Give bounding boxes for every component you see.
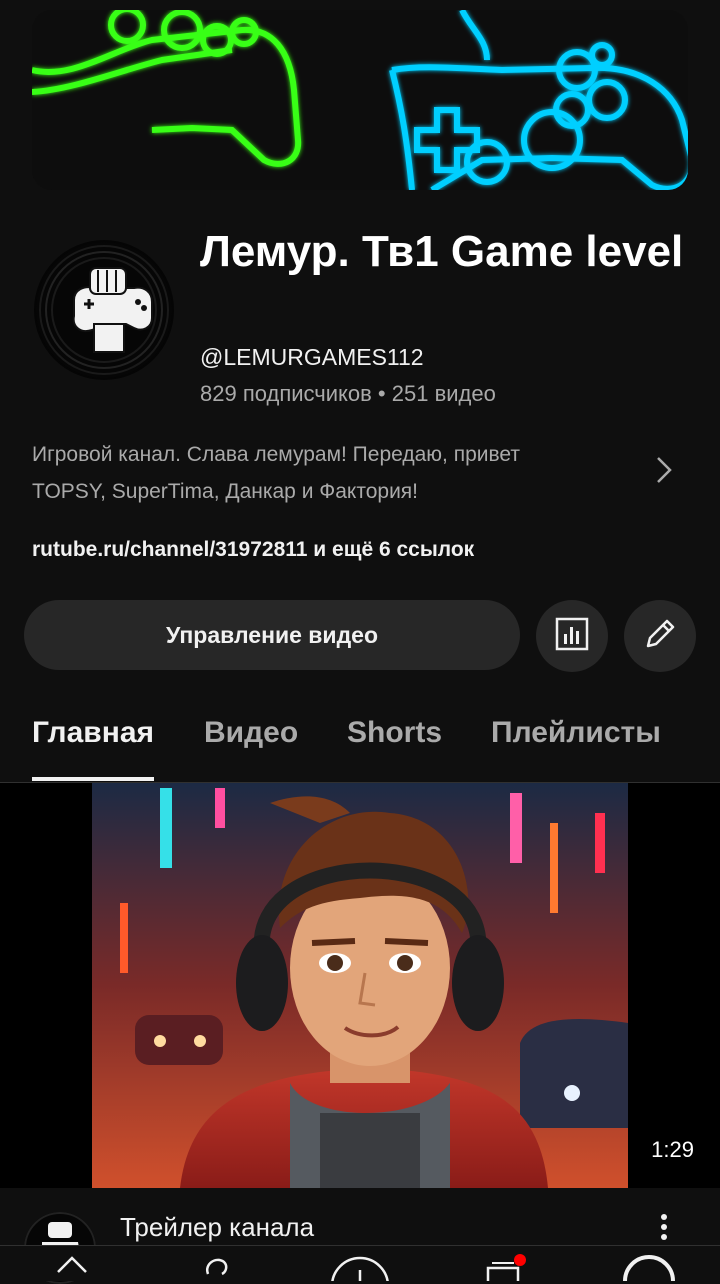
tab-home[interactable]: Главная [32,716,154,750]
channel-handle: @LEMURGAMES112 [200,344,424,370]
subscriptions-icon[interactable] [482,1254,530,1281]
home-icon[interactable] [54,1254,90,1281]
video-duration-badge: 1:29 [647,1134,698,1166]
bottom-navigation [0,1245,720,1281]
active-tab-indicator [32,777,154,781]
you-avatar-icon[interactable] [622,1254,676,1281]
manage-videos-button[interactable]: Управление видео [24,600,520,670]
edit-channel-button[interactable] [624,600,696,672]
more-options-icon[interactable] [652,1212,676,1247]
analytics-button[interactable] [536,600,608,672]
tab-shorts[interactable]: Shorts [347,716,442,750]
channel-links[interactable]: rutube.ru/channel/31972811 и ещё 6 ссыло… [32,538,474,562]
tab-videos[interactable]: Видео [204,716,298,750]
description-line: TOPSY, SuperTima, Данкар и Фактория! [32,480,419,503]
create-icon[interactable] [328,1254,392,1281]
shorts-icon[interactable] [198,1254,234,1281]
bar-chart-icon [554,616,590,657]
channel-tabs: Главная Видео Shorts Плейлисты [0,700,720,783]
channel-stats: 829 подписчиков • 251 видео [200,381,496,406]
featured-video-player[interactable] [0,783,720,1188]
channel-banner [32,10,688,190]
channel-description[interactable]: Игровой канал. Слава лемурам! Передаю, п… [32,436,632,510]
pencil-icon [642,616,678,657]
featured-video-info [0,1188,720,1248]
trailer-title[interactable]: Трейлер канала [120,1212,314,1243]
channel-name: Лемур. Тв1 Game level [200,227,684,276]
description-line: Игровой канал. Слава лемурам! Передаю, п… [32,443,520,466]
channel-avatar[interactable] [34,240,174,380]
chevron-right-icon[interactable] [650,452,678,493]
notification-dot [514,1254,526,1266]
tab-playlists[interactable]: Плейлисты [491,716,661,750]
